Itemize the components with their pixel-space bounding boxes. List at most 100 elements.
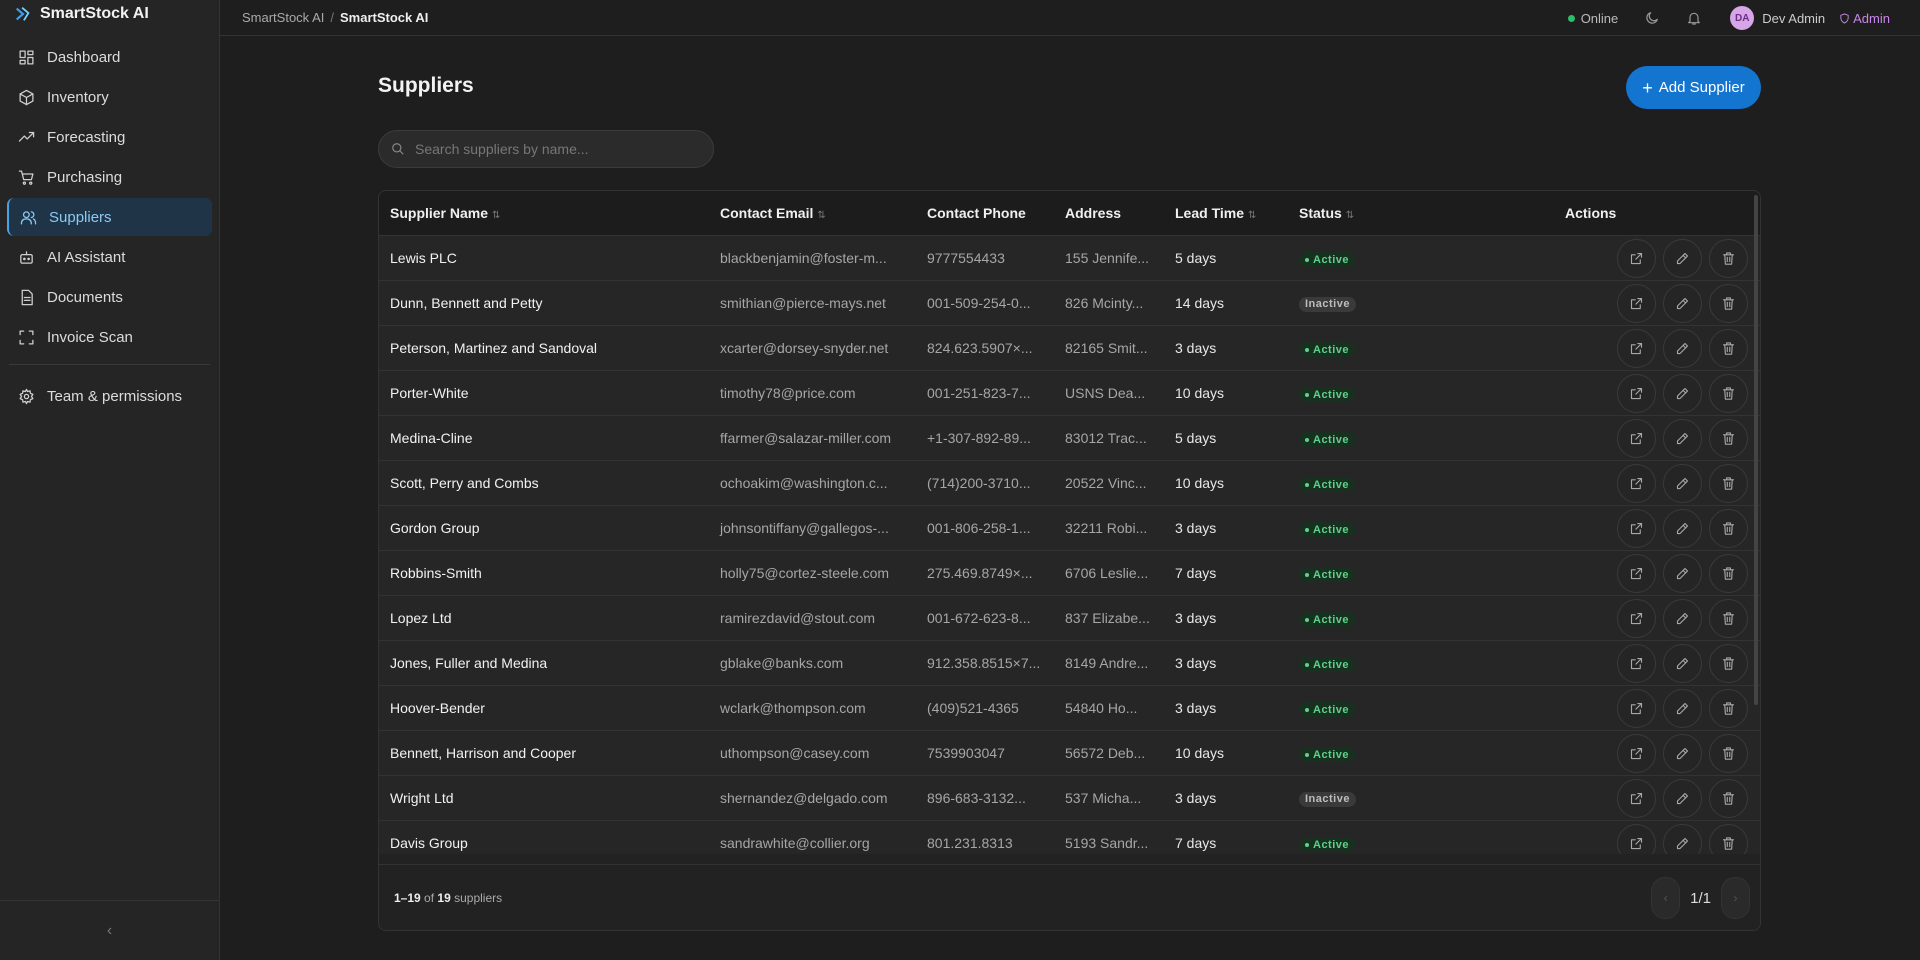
table-row[interactable]: Wright Ltd shernandez@delgado.com 896-683-…	[379, 776, 1760, 821]
delete-supplier-button[interactable]	[1709, 373, 1748, 413]
sidebar-item-ai-assistant[interactable]: AI Assistant	[7, 238, 212, 276]
edit-supplier-button[interactable]	[1663, 418, 1702, 458]
delete-supplier-button[interactable]	[1709, 328, 1748, 368]
table-row[interactable]: Peterson, Martinez and Sandoval xcarter@d…	[379, 326, 1760, 371]
table-row[interactable]: Dunn, Bennett and Petty smithian@pierce-m…	[379, 281, 1760, 326]
delete-supplier-button[interactable]	[1709, 688, 1748, 728]
open-supplier-button[interactable]	[1617, 238, 1656, 278]
theme-toggle-button[interactable]	[1644, 10, 1660, 26]
edit-supplier-button[interactable]	[1663, 733, 1702, 773]
table-row[interactable]: Jones, Fuller and Medina gblake@banks.com…	[379, 641, 1760, 686]
sidebar-item-dashboard[interactable]: Dashboard	[7, 38, 212, 76]
open-supplier-button[interactable]	[1617, 283, 1656, 323]
table-row[interactable]: Gordon Group johnsontiffany@gallegos-... 0…	[379, 506, 1760, 551]
sidebar-item-purchasing[interactable]: Purchasing	[7, 158, 212, 196]
open-supplier-button[interactable]	[1617, 373, 1656, 413]
table-row[interactable]: Medina-Cline ffarmer@salazar-miller.com +1…	[379, 416, 1760, 461]
open-supplier-button[interactable]	[1617, 463, 1656, 503]
table-row[interactable]: Scott, Perry and Combs ochoakim@washingto…	[379, 461, 1760, 506]
status-cell: Active	[1288, 564, 1554, 583]
edit-supplier-button[interactable]	[1663, 823, 1702, 854]
table-row[interactable]: Lopez Ltd ramirezdavid@stout.com 001-672-6…	[379, 596, 1760, 641]
open-supplier-button[interactable]	[1617, 643, 1656, 683]
suppliers-table: Supplier Name ⇅ Contact Email ⇅ Contact Ph…	[378, 190, 1761, 931]
row-actions	[1554, 688, 1754, 728]
next-page-button[interactable]: ›	[1721, 877, 1750, 919]
column-header-name[interactable]: Supplier Name ⇅	[379, 205, 709, 221]
status-indicator: Online	[1567, 11, 1618, 26]
edit-supplier-button[interactable]	[1663, 508, 1702, 548]
sidebar-item-inventory[interactable]: Inventory	[7, 78, 212, 116]
column-header-label: Address	[1065, 205, 1122, 221]
collapse-sidebar-button[interactable]: ‹	[0, 900, 219, 960]
edit-supplier-button[interactable]	[1663, 238, 1702, 278]
open-supplier-button[interactable]	[1617, 598, 1656, 638]
delete-supplier-button[interactable]	[1709, 823, 1748, 854]
edit-supplier-button[interactable]	[1663, 373, 1702, 413]
delete-supplier-button[interactable]	[1709, 508, 1748, 548]
delete-supplier-button[interactable]	[1709, 238, 1748, 278]
table-footer: 1–19 of 19 suppliers ‹ 1/1 ›	[379, 864, 1760, 930]
open-supplier-button[interactable]	[1617, 553, 1656, 593]
open-supplier-button[interactable]	[1617, 733, 1656, 773]
sidebar-item-team-permissions[interactable]: Team & permissions	[7, 377, 212, 415]
edit-supplier-button[interactable]	[1663, 328, 1702, 368]
column-header-status[interactable]: Status ⇅	[1288, 205, 1554, 221]
delete-supplier-button[interactable]	[1709, 733, 1748, 773]
row-actions	[1554, 733, 1754, 773]
edit-supplier-button[interactable]	[1663, 553, 1702, 593]
search-input[interactable]	[415, 141, 695, 157]
notifications-button[interactable]	[1686, 10, 1702, 26]
sidebar-item-forecasting[interactable]: Forecasting	[7, 118, 212, 156]
column-header-email[interactable]: Contact Email ⇅	[709, 205, 916, 221]
table-scrollbar[interactable]	[1754, 195, 1758, 705]
delete-supplier-button[interactable]	[1709, 778, 1748, 818]
edit-supplier-button[interactable]	[1663, 463, 1702, 503]
open-supplier-button[interactable]	[1617, 328, 1656, 368]
open-supplier-button[interactable]	[1617, 688, 1656, 728]
avatar[interactable]: DA	[1730, 6, 1755, 30]
address: 82165 Smit...	[1065, 340, 1148, 356]
open-supplier-button[interactable]	[1617, 508, 1656, 548]
add-supplier-button[interactable]: + Add Supplier	[1626, 66, 1761, 109]
brand[interactable]: SmartStock AI	[0, 0, 219, 28]
open-supplier-button[interactable]	[1617, 778, 1656, 818]
delete-supplier-button[interactable]	[1709, 463, 1748, 503]
table-row[interactable]: Bennett, Harrison and Cooper uthompson@ca…	[379, 731, 1760, 776]
contact-phone: 275.469.8749×...	[927, 565, 1033, 581]
table-row[interactable]: Robbins-Smith holly75@cortez-steele.com 27…	[379, 551, 1760, 596]
supplier-name: Lewis PLC	[390, 250, 457, 266]
edit-supplier-button[interactable]	[1663, 283, 1702, 323]
delete-supplier-button[interactable]	[1709, 418, 1748, 458]
sidebar-item-documents[interactable]: Documents	[7, 278, 212, 316]
edit-supplier-button[interactable]	[1663, 688, 1702, 728]
delete-supplier-button[interactable]	[1709, 643, 1748, 683]
status-badge: Active	[1299, 702, 1356, 718]
table-row[interactable]: Porter-White timothy78@price.com 001-251-8…	[379, 371, 1760, 416]
delete-supplier-button[interactable]	[1709, 283, 1748, 323]
sidebar-item-suppliers[interactable]: Suppliers	[7, 198, 212, 236]
contact-email: smithian@pierce-mays.net	[720, 295, 886, 311]
column-header-lead-time[interactable]: Lead Time ⇅	[1164, 205, 1288, 221]
open-supplier-button[interactable]	[1617, 823, 1656, 854]
delete-supplier-button[interactable]	[1709, 598, 1748, 638]
edit-supplier-button[interactable]	[1663, 778, 1702, 818]
table-row[interactable]: Davis Group sandrawhite@collier.org 801.23…	[379, 821, 1760, 854]
status-badge: Inactive	[1299, 296, 1356, 312]
edit-supplier-button[interactable]	[1663, 643, 1702, 683]
table-row[interactable]: Hoover-Bender wclark@thompson.com (409)521…	[379, 686, 1760, 731]
edit-supplier-button[interactable]	[1663, 598, 1702, 638]
cart-icon	[18, 169, 34, 185]
table-body: Lewis PLC blackbenjamin@foster-m... 977755…	[379, 236, 1760, 854]
sidebar-item-invoice-scan[interactable]: Invoice Scan	[7, 318, 212, 356]
supplier-name: Porter-White	[390, 385, 469, 401]
table-row[interactable]: Lewis PLC blackbenjamin@foster-m... 977755…	[379, 236, 1760, 281]
delete-supplier-button[interactable]	[1709, 553, 1748, 593]
pencil-icon	[1676, 612, 1689, 624]
pencil-icon	[1676, 837, 1689, 849]
prev-page-button[interactable]: ‹	[1651, 877, 1681, 919]
user-name[interactable]: Dev Admin	[1762, 11, 1825, 26]
breadcrumb-root[interactable]: SmartStock AI	[242, 10, 324, 25]
supplier-name: Hoover-Bender	[390, 700, 485, 716]
open-supplier-button[interactable]	[1617, 418, 1656, 458]
